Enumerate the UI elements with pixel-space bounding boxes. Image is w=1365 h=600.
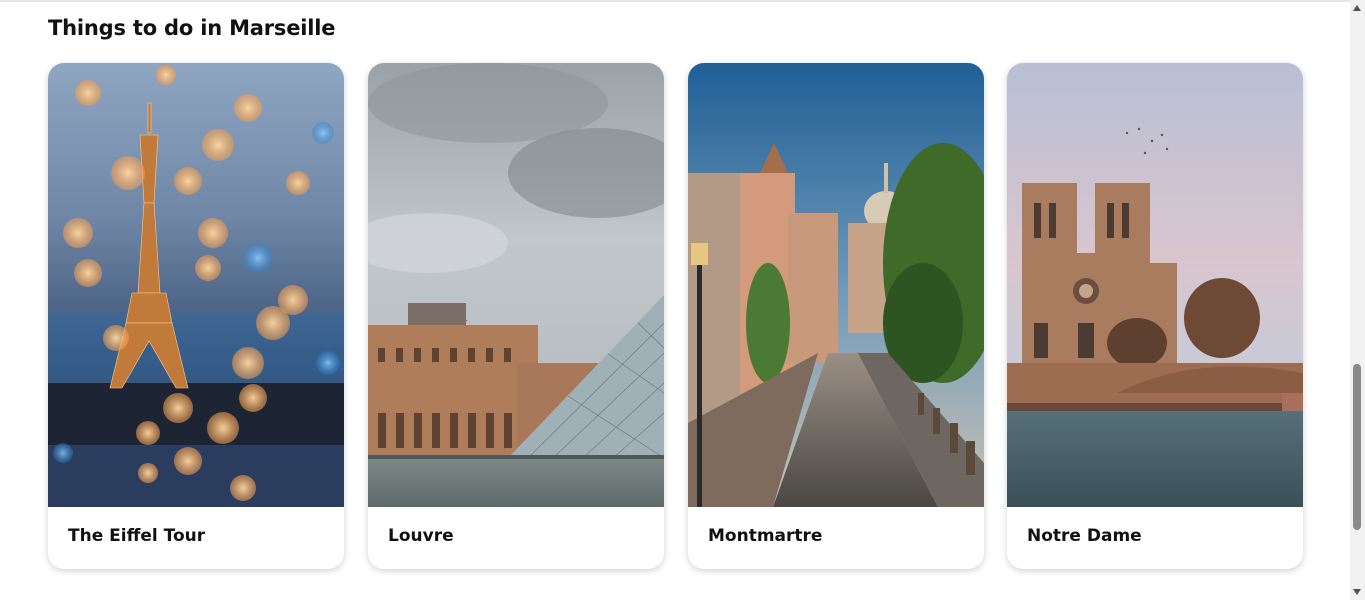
card-title[interactable]: The Eiffel Tour xyxy=(68,526,205,546)
eiffel-tower-photo[interactable] xyxy=(48,63,344,507)
section-title: Things to do in Marseille xyxy=(48,16,336,40)
vertical-scrollbar[interactable] xyxy=(1350,0,1365,600)
notre-dame-photo[interactable] xyxy=(1007,63,1303,507)
card-title[interactable]: Louvre xyxy=(388,526,454,546)
card-eiffel-tower[interactable]: The Eiffel Tour xyxy=(48,63,344,569)
card-louvre[interactable]: Louvre xyxy=(368,63,664,569)
card-notre-dame[interactable]: Notre Dame xyxy=(1007,63,1303,569)
top-divider xyxy=(0,0,1350,2)
card-title[interactable]: Notre Dame xyxy=(1027,526,1142,546)
louvre-photo[interactable] xyxy=(368,63,664,507)
scroll-thumb[interactable] xyxy=(1353,364,1361,530)
scroll-down-arrow-icon[interactable] xyxy=(1353,589,1361,595)
card-title[interactable]: Montmartre xyxy=(708,526,822,546)
scroll-up-arrow-icon[interactable] xyxy=(1353,5,1361,11)
montmartre-photo[interactable] xyxy=(688,63,984,507)
card-grid: The Eiffel Tour Louvre Montmartre Notre … xyxy=(48,63,1304,569)
card-montmartre[interactable]: Montmartre xyxy=(688,63,984,569)
